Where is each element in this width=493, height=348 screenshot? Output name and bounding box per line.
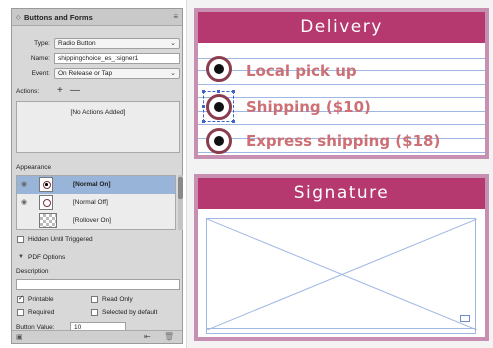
- type-value: Radio Button: [58, 40, 96, 47]
- pdf-preview-icon[interactable]: ▣: [16, 333, 23, 341]
- name-label: Name:: [30, 55, 50, 62]
- no-actions-text: [No Actions Added]: [70, 109, 126, 116]
- event-select[interactable]: On Release or Tap ⌄: [54, 68, 180, 79]
- appearance-row-normal-on[interactable]: ◉ [Normal On]: [17, 176, 175, 194]
- description-label: Description: [16, 268, 49, 275]
- appearance-name: [Normal On]: [73, 181, 111, 188]
- appearance-label: Appearance: [16, 164, 52, 171]
- signature-baseline: [206, 329, 476, 334]
- appearance-row-normal-off[interactable]: ◉ [Normal Off]: [17, 194, 175, 212]
- panel-title: Buttons and Forms: [24, 13, 93, 22]
- text-frame-handle[interactable]: [460, 315, 470, 322]
- chevron-down-icon: ⌄: [170, 70, 176, 77]
- resize-handle[interactable]: [202, 90, 205, 93]
- radio-shipping[interactable]: [206, 94, 232, 120]
- guide-line: [198, 84, 485, 85]
- panel-bottom-bar: ▣ ⇤ 🗑: [12, 330, 182, 343]
- guide-line: [198, 58, 485, 59]
- appearance-name: [Normal Off]: [73, 199, 108, 206]
- resize-handle[interactable]: [217, 90, 220, 93]
- option-express-shipping-label: Express shipping ($18): [246, 132, 441, 150]
- radio-local-pickup[interactable]: [206, 56, 232, 82]
- panel-tab[interactable]: ◇ Buttons and Forms ≡: [12, 9, 182, 26]
- printable-label: Printable: [28, 296, 54, 303]
- actions-label: Actions:: [16, 88, 40, 95]
- add-action-button[interactable]: +: [57, 85, 63, 96]
- delivery-header: Delivery: [198, 12, 485, 43]
- signature-card: Signature: [194, 174, 489, 341]
- remove-action-button[interactable]: —: [70, 85, 80, 96]
- appearance-thumbnail: [39, 177, 53, 192]
- appearance-name: [Rollover On]: [73, 217, 111, 224]
- chevron-down-icon[interactable]: ▼: [18, 254, 24, 260]
- signature-field[interactable]: [206, 218, 477, 330]
- guide-line: [198, 124, 485, 125]
- appearance-thumbnail: [39, 195, 53, 210]
- type-select[interactable]: Radio Button ⌄: [54, 38, 180, 49]
- delivery-card: Delivery Local pick up Shipping ($10) Ex…: [194, 8, 489, 159]
- resize-handle[interactable]: [232, 120, 235, 123]
- resize-handle[interactable]: [232, 90, 235, 93]
- panel-menu-icon[interactable]: ≡: [173, 12, 178, 21]
- required-label: Required: [28, 309, 55, 316]
- appearance-thumbnail: [39, 213, 57, 228]
- selected-by-default-label: Selected by default: [102, 309, 158, 316]
- event-value: On Release or Tap: [58, 70, 113, 77]
- appearance-scrollbar[interactable]: [178, 175, 183, 230]
- name-field[interactable]: shippingchoice_es_:signer1: [54, 53, 180, 64]
- printable-checkbox[interactable]: [17, 294, 24, 303]
- hidden-until-triggered-label: Hidden Until Triggered: [28, 236, 93, 243]
- chevron-down-icon: ⌄: [170, 40, 176, 47]
- type-label: Type:: [34, 40, 50, 47]
- option-shipping-label: Shipping ($10): [246, 98, 371, 116]
- appearance-row-rollover-on[interactable]: [Rollover On]: [17, 212, 175, 230]
- actions-list[interactable]: [No Actions Added]: [16, 101, 180, 153]
- signature-placeholder-graphic: [207, 219, 477, 330]
- resize-handle[interactable]: [202, 120, 205, 123]
- event-label: Event:: [31, 70, 50, 77]
- selected-by-default-checkbox[interactable]: [91, 309, 98, 316]
- radio-express-shipping[interactable]: [206, 128, 232, 154]
- pdf-options-label[interactable]: PDF Options: [28, 254, 65, 261]
- buttons-and-forms-panel: ◇ Buttons and Forms ≡ Type: Radio Button…: [11, 8, 183, 344]
- guide-line: [198, 152, 485, 153]
- eye-icon[interactable]: ◉: [21, 180, 27, 188]
- collapse-icon[interactable]: ◇: [16, 14, 21, 21]
- hidden-until-triggered-checkbox[interactable]: [17, 236, 24, 243]
- read-only-checkbox[interactable]: [91, 296, 98, 303]
- signature-header: Signature: [198, 178, 485, 209]
- eye-icon[interactable]: ◉: [21, 198, 27, 206]
- option-local-pickup-label: Local pick up: [246, 62, 357, 80]
- read-only-label: Read Only: [102, 296, 133, 303]
- document-canvas: Delivery Local pick up Shipping ($10) Ex…: [186, 0, 493, 348]
- trash-icon[interactable]: 🗑: [164, 332, 174, 341]
- required-checkbox[interactable]: [17, 309, 24, 316]
- description-field[interactable]: [16, 279, 180, 290]
- convert-object-icon[interactable]: ⇤: [144, 332, 151, 341]
- appearance-list: ◉ [Normal On] ◉ [Normal Off] [Rollover O…: [16, 175, 176, 230]
- resize-handle[interactable]: [202, 105, 205, 108]
